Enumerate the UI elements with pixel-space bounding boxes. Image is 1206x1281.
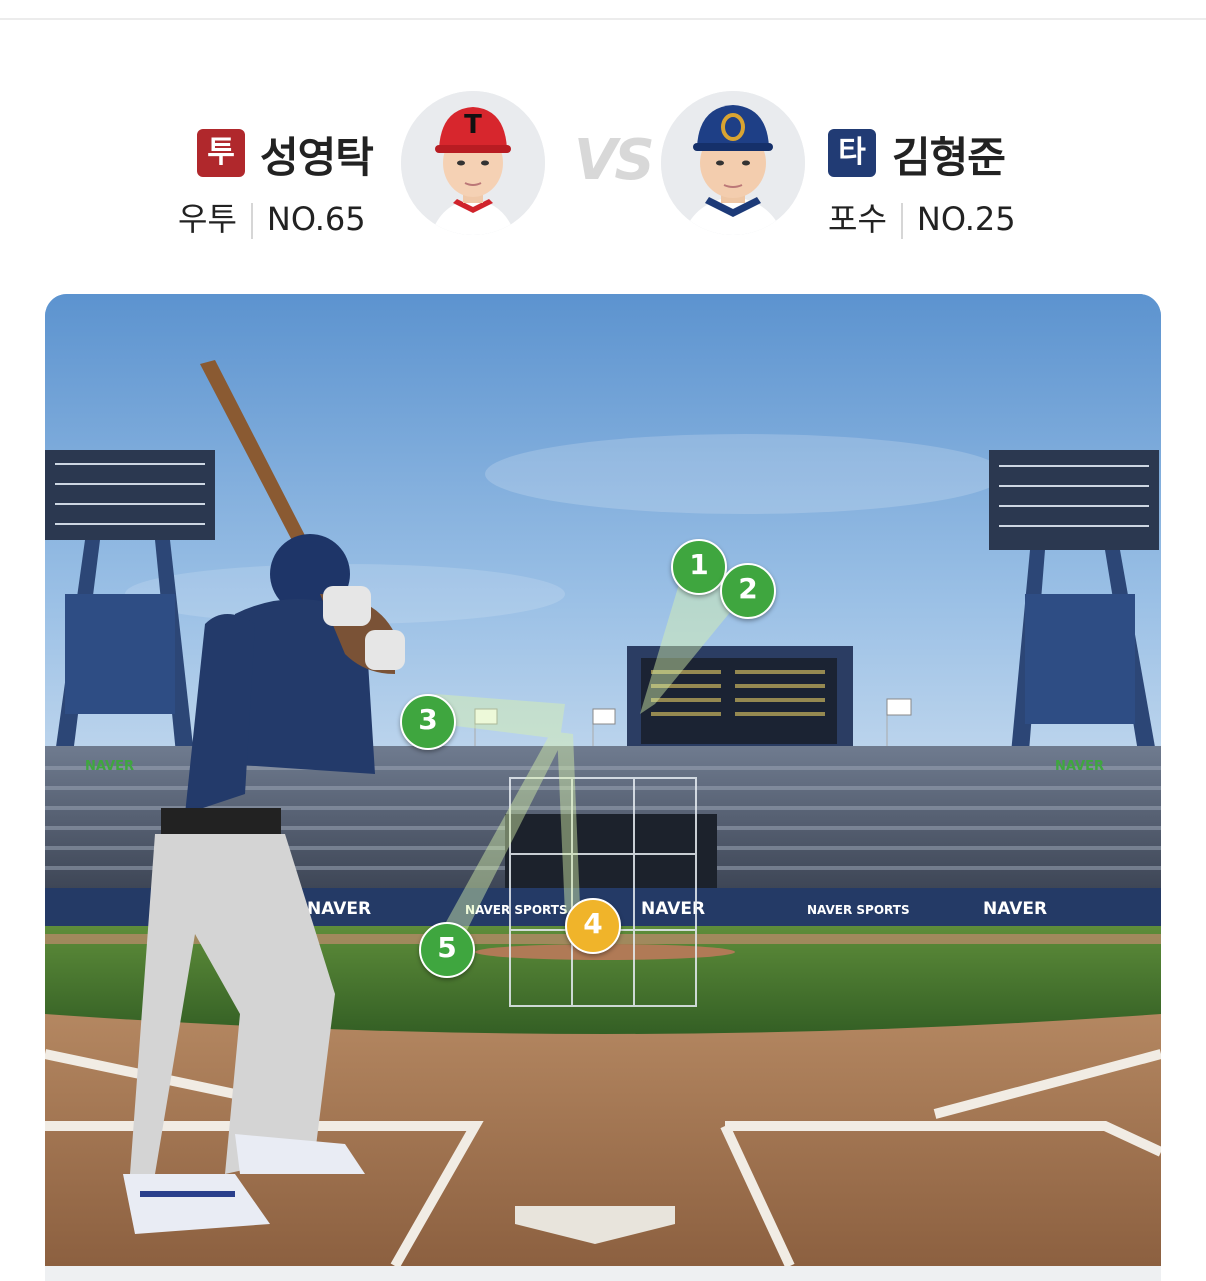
bottom-strip [45, 1266, 1161, 1281]
vs-label: VS [574, 128, 655, 193]
svg-text:NAVER SPORTS: NAVER SPORTS [465, 903, 568, 917]
pitcher-avatar[interactable]: T [401, 91, 545, 235]
divider [250, 203, 253, 239]
pitcher-details: 우투 NO.65 [178, 194, 366, 240]
pitch-field-view: 네이버 스포츠 TV중계와 함께! NAVER NAVER NAVER NAVE… [45, 294, 1161, 1266]
pitcher-badge: 투 [197, 129, 245, 177]
svg-text:NAVER: NAVER [1055, 759, 1104, 774]
pitch-marker-2[interactable]: 2 [720, 563, 776, 619]
svg-text:NAVER: NAVER [983, 899, 1047, 919]
pitcher-badge-label: 투 [197, 129, 245, 177]
pitcher-number: NO.65 [266, 200, 366, 238]
svg-text:NAVER: NAVER [307, 899, 371, 919]
batter-name: 김형준 [892, 133, 1006, 182]
top-divider [0, 18, 1206, 20]
batter-details: 포수 NO.25 [828, 194, 1016, 240]
pitch-marker-5[interactable]: 5 [419, 922, 475, 978]
batter-avatar[interactable] [661, 91, 805, 235]
pitch-marker-4[interactable]: 4 [565, 898, 621, 954]
pitcher-photo: T [401, 91, 545, 235]
stadium-scene: 네이버 스포츠 TV중계와 함께! NAVER NAVER NAVER NAVE… [45, 294, 1161, 1266]
batter-badge-label: 타 [828, 129, 876, 177]
pitch-marker-3[interactable]: 3 [400, 694, 456, 750]
pitch-marker-1[interactable]: 1 [671, 539, 727, 595]
svg-text:NAVER: NAVER [85, 759, 134, 774]
svg-text:NAVER SPORTS: NAVER SPORTS [807, 903, 910, 917]
batter-position: 포수 [828, 200, 887, 238]
batter-badge: 타 [828, 129, 876, 177]
pitcher-hand: 우투 [178, 200, 237, 238]
divider [900, 203, 903, 239]
pitcher-name: 성영탁 [260, 133, 374, 182]
batter-photo [661, 91, 805, 235]
svg-text:T: T [464, 110, 482, 140]
batter-number: NO.25 [916, 200, 1016, 238]
